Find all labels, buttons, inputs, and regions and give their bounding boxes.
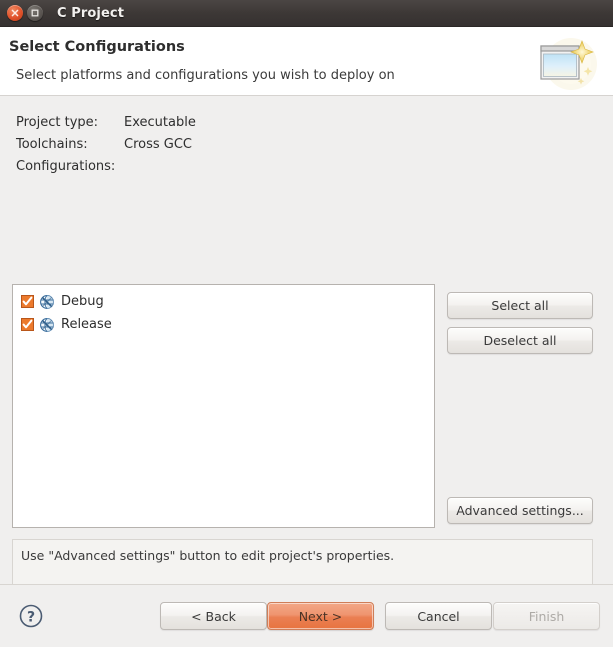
c-project-wizard-window: C Project Select Configurations Select p… bbox=[0, 0, 613, 647]
list-item[interactable]: Debug bbox=[13, 290, 434, 313]
configuration-glyph bbox=[39, 294, 55, 310]
list-item-label: Release bbox=[61, 317, 112, 333]
close-icon[interactable] bbox=[7, 5, 23, 21]
page-subtitle: Select platforms and configurations you … bbox=[9, 68, 613, 84]
close-glyph bbox=[11, 9, 19, 17]
toolchains-value: Cross GCC bbox=[124, 134, 192, 156]
wizard-window-sparkle-icon bbox=[525, 36, 601, 92]
checkbox-checked-icon[interactable] bbox=[21, 295, 34, 308]
info-spacer bbox=[21, 565, 584, 584]
list-item[interactable]: Release bbox=[13, 313, 434, 336]
next-button[interactable]: Next > bbox=[267, 602, 374, 630]
wizard-body: Project type: Executable Toolchains: Cro… bbox=[0, 96, 613, 584]
configuration-icon bbox=[39, 294, 55, 310]
window-title: C Project bbox=[57, 6, 124, 21]
list-item-label: Debug bbox=[61, 294, 104, 310]
maximize-glyph bbox=[31, 9, 39, 17]
info-line-1: Use "Advanced settings" button to edit p… bbox=[21, 546, 584, 565]
select-all-button[interactable]: Select all bbox=[447, 292, 593, 319]
title-bar: C Project bbox=[0, 0, 613, 27]
cancel-button[interactable]: Cancel bbox=[385, 602, 492, 630]
info-row-toolchains: Toolchains: Cross GCC bbox=[16, 134, 196, 156]
advanced-settings-button[interactable]: Advanced settings... bbox=[447, 497, 593, 524]
checkbox-glyph bbox=[21, 295, 34, 308]
checkbox-checked-icon[interactable] bbox=[21, 318, 34, 331]
checkbox-glyph bbox=[21, 318, 34, 331]
configuration-icon bbox=[39, 317, 55, 333]
help-icon[interactable]: ? bbox=[18, 603, 44, 629]
wizard-header: Select Configurations Select platforms a… bbox=[0, 27, 613, 96]
info-row-configurations: Configurations: bbox=[16, 156, 196, 178]
info-row-project-type: Project type: Executable bbox=[16, 112, 196, 134]
svg-text:?: ? bbox=[27, 609, 35, 625]
finish-button: Finish bbox=[493, 602, 600, 630]
deselect-all-button[interactable]: Deselect all bbox=[447, 327, 593, 354]
wizard-footer: ? < Back Next > Cancel Finish bbox=[0, 584, 613, 647]
project-info-grid: Project type: Executable Toolchains: Cro… bbox=[16, 112, 196, 178]
configurations-list[interactable]: Debug bbox=[12, 284, 435, 528]
project-type-label: Project type: bbox=[16, 112, 124, 134]
back-button[interactable]: < Back bbox=[160, 602, 267, 630]
project-type-value: Executable bbox=[124, 112, 196, 134]
toolchains-label: Toolchains: bbox=[16, 134, 124, 156]
page-title: Select Configurations bbox=[9, 38, 613, 56]
configurations-label: Configurations: bbox=[16, 156, 124, 178]
maximize-icon[interactable] bbox=[27, 5, 43, 21]
configuration-glyph bbox=[39, 317, 55, 333]
